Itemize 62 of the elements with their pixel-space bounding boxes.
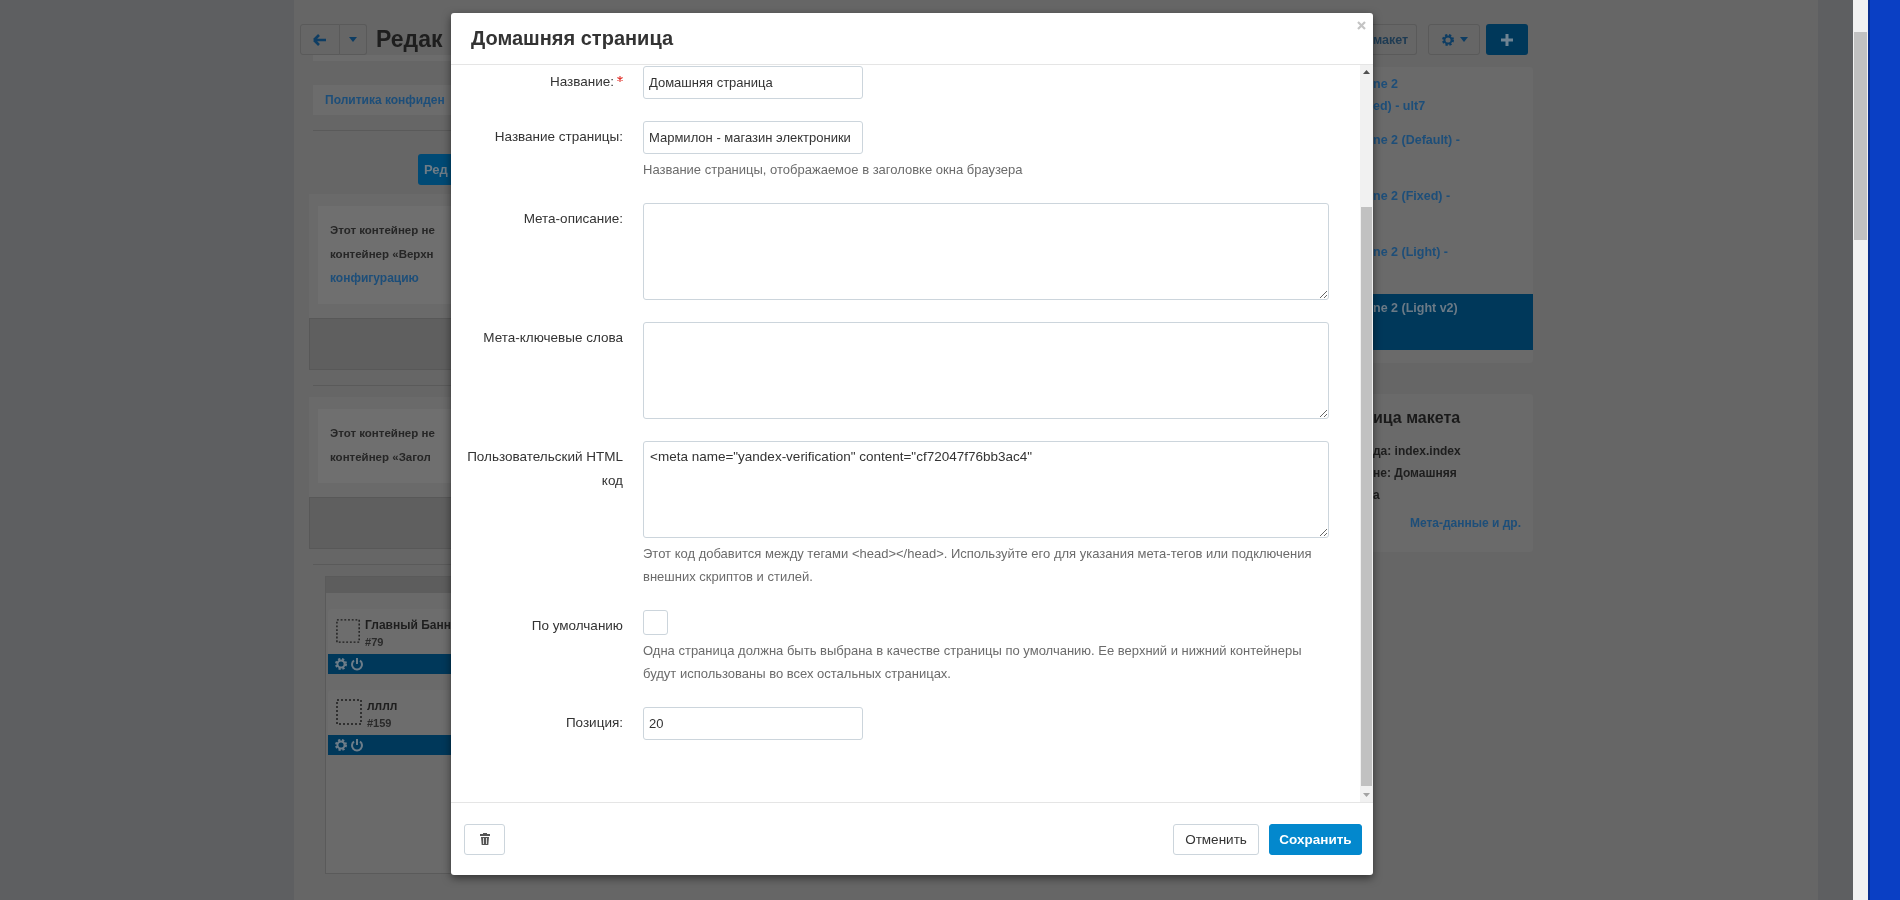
close-button[interactable]	[1357, 21, 1366, 30]
field-label: Название:	[549, 73, 614, 91]
field-label: Позиция:	[565, 714, 623, 732]
notice-text: Этот контейнер не контейнер «Верхн конфигурацию	[330, 223, 436, 287]
power-icon	[350, 657, 364, 671]
block-icon	[336, 618, 361, 644]
text-area[interactable]	[643, 322, 1329, 419]
scrollbar[interactable]	[1360, 65, 1373, 802]
gear-icon	[334, 738, 348, 752]
config-link[interactable]: конфигурацию	[330, 271, 419, 285]
field-label: Пользовательский HTML код	[466, 448, 623, 490]
help-text: Этот код добавится между тегами <head></head>. Используйте его для указания мета-тегов или подключения внешних скриптов и стилей.	[643, 545, 1313, 586]
block-name: лллл	[367, 699, 398, 713]
field-label: Мета-описание:	[523, 210, 623, 228]
dialog-title: Домашняя страница	[471, 27, 674, 50]
policy-link[interactable]: Политика конфиден	[325, 93, 445, 107]
trash-icon	[479, 833, 490, 845]
add-button[interactable]	[1486, 24, 1528, 55]
field-label: По умолчанию	[531, 617, 623, 635]
panel-title: ица макета	[1373, 409, 1462, 427]
layout-item[interactable]: ne 2 (Light v2)	[1373, 294, 1533, 350]
help-text: Название страницы, отображаемое в заголовке окна браузера	[643, 161, 1024, 179]
block-id: #79	[365, 636, 385, 648]
block-id: #159	[367, 717, 393, 729]
gear-icon	[1440, 32, 1455, 47]
cancel-button[interactable]: Отменить	[1173, 823, 1259, 855]
notice-text: Этот контейнер не контейнер «Загол	[330, 426, 436, 465]
back-button[interactable]	[300, 24, 340, 55]
text-field[interactable]: 20	[643, 707, 863, 740]
edit-button[interactable]: Ред	[418, 154, 451, 185]
meta-link[interactable]: Мета-данные и др.	[1409, 516, 1521, 530]
layout-button[interactable]: макет	[1373, 24, 1417, 55]
arrow-left-icon	[313, 33, 327, 46]
text-area[interactable]	[643, 203, 1329, 300]
text-field[interactable]: Домашняя страница	[643, 66, 863, 99]
help-text: Одна страница должна быть выбрана в качестве страницы по умолчанию. Ее верхний и нижний контейнеры будут использованы во всех остальных страницах.	[643, 642, 1303, 683]
layout-item[interactable]: ne 2 ed) - ult7	[1373, 70, 1533, 126]
arrow-down-icon	[1363, 793, 1370, 797]
window-scrollbar[interactable]	[1853, 0, 1868, 900]
dropdown-button[interactable]	[340, 24, 367, 55]
caret-icon	[349, 37, 357, 42]
block-name: Главный Банн	[365, 618, 451, 632]
plus-icon	[1501, 33, 1513, 46]
text-field[interactable]: Мармилон - магазин электроники	[643, 121, 863, 154]
layout-item[interactable]: ne 2 (Fixed) -	[1373, 182, 1533, 238]
save-button[interactable]: Сохранить	[1269, 823, 1362, 855]
layout-item[interactable]: ne 2 (Default) -	[1373, 126, 1533, 182]
power-icon	[350, 738, 364, 752]
text-area[interactable]: <meta name="yandex-verification" content="cf72047f76bb3ac4"	[643, 441, 1329, 538]
layout-item[interactable]: ne 2 (Light) -	[1373, 238, 1533, 294]
block-icon	[336, 699, 362, 725]
delete-button[interactable]	[464, 823, 505, 855]
settings-button[interactable]	[1428, 24, 1480, 55]
close-icon	[1357, 21, 1366, 30]
arrow-up-icon	[1363, 70, 1370, 74]
checkbox[interactable]	[643, 610, 668, 635]
caret-icon	[1459, 37, 1468, 42]
gear-icon	[334, 657, 348, 671]
panel-text: да: index.index не: Домашняя а	[1373, 443, 1462, 504]
field-label: Название страницы:	[494, 128, 623, 146]
field-label: Мета-ключевые слова	[483, 329, 623, 347]
page-title: Редак	[376, 26, 443, 53]
